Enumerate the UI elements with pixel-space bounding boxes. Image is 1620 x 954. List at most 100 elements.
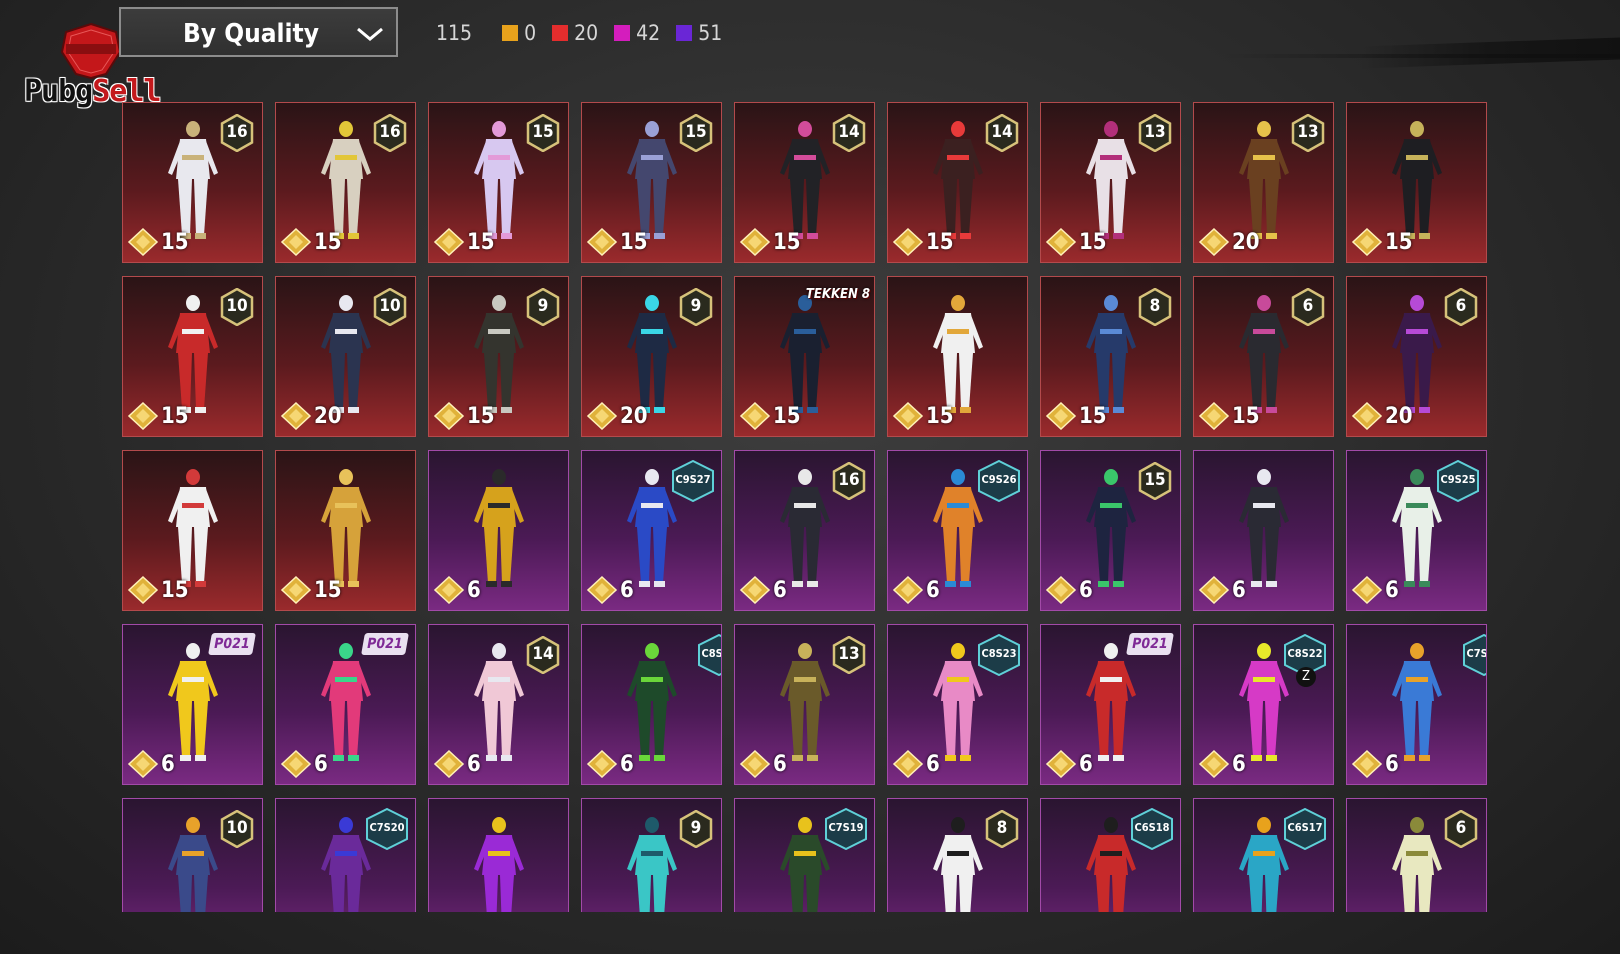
outfit-card[interactable]: 15	[275, 450, 416, 611]
outfit-card[interactable]: 13 15	[1040, 102, 1181, 263]
outfit-card[interactable]: P021 6	[122, 624, 263, 785]
level-badge-text: 10	[379, 296, 401, 316]
level-badge-text: 16	[226, 122, 248, 142]
total-count: 115	[436, 21, 473, 45]
points-diamond-icon	[281, 576, 311, 604]
pink-count-value: 42	[636, 21, 661, 45]
price-tag: 15	[1046, 227, 1107, 257]
red-swatch	[552, 25, 569, 41]
outfit-card[interactable]: 8 15	[1040, 276, 1181, 437]
points-diamond-icon	[1352, 402, 1382, 430]
outfit-card[interactable]: C8S22 Z 6	[1193, 624, 1334, 785]
outfit-card[interactable]: 9 20	[581, 276, 722, 437]
outfit-card[interactable]: C7S20	[275, 798, 416, 912]
outfit-figure-icon	[474, 817, 524, 912]
points-diamond-icon	[1352, 228, 1382, 256]
level-badge: 6	[1444, 288, 1478, 326]
wordmark-pubg: Pubg	[24, 74, 93, 109]
outfit-card[interactable]: 15 15	[581, 102, 722, 263]
outfit-card[interactable]: 8	[887, 798, 1028, 912]
outfit-card[interactable]: TEKKEN 8 15	[734, 276, 875, 437]
season-badge-text: C6S18	[1134, 821, 1170, 834]
points-diamond-icon	[893, 750, 923, 778]
purple-count: 51	[676, 21, 722, 45]
outfit-card[interactable]: C9S25 6	[1346, 450, 1487, 611]
price-value: 6	[161, 751, 175, 777]
outfit-card[interactable]: 15	[122, 450, 263, 611]
season-badge-text: C8S23	[981, 647, 1017, 660]
pink-swatch	[614, 25, 631, 41]
season-badge: C9S27	[671, 460, 715, 502]
level-badge: 8	[985, 810, 1019, 848]
outfit-card[interactable]: 10 15	[122, 276, 263, 437]
outfit-card[interactable]: 14 15	[887, 102, 1028, 263]
outfit-card[interactable]: P021 6	[1040, 624, 1181, 785]
price-value: 6	[1079, 577, 1093, 603]
outfit-card[interactable]: 15 6	[1040, 450, 1181, 611]
outfit-card[interactable]: 13 20	[1193, 102, 1334, 263]
outfit-card[interactable]: C8S23 6	[887, 624, 1028, 785]
season-badge: C6S17	[1283, 808, 1327, 850]
season-badge-text: C9S26	[981, 473, 1017, 486]
outfit-card[interactable]: 6 20	[1346, 276, 1487, 437]
points-diamond-icon	[1199, 750, 1229, 778]
outfit-card[interactable]: 13 6	[734, 624, 875, 785]
price-tag: 15	[893, 227, 954, 257]
sort-dropdown[interactable]: By Quality	[119, 7, 398, 57]
outfit-card[interactable]: 14 15	[734, 102, 875, 263]
price-tag: 6	[434, 575, 481, 605]
outfit-card[interactable]: 16 15	[122, 102, 263, 263]
level-badge-text: 14	[532, 644, 554, 664]
outfit-card[interactable]: 10	[122, 798, 263, 912]
outfit-card[interactable]: 9	[581, 798, 722, 912]
season-badge: C8S23	[977, 634, 1021, 676]
season-badge-text: C8S22	[1287, 647, 1323, 660]
outfit-card[interactable]: C6S17	[1193, 798, 1334, 912]
outfit-card[interactable]: 16 15	[275, 102, 416, 263]
price-value: 6	[1079, 751, 1093, 777]
outfit-card[interactable]	[428, 798, 569, 912]
outfit-card[interactable]: C7S21 6	[1346, 624, 1487, 785]
price-value: 15	[620, 229, 648, 255]
extra-tag-badge: Z	[1296, 667, 1316, 687]
outfit-card[interactable]: 6 15	[1193, 276, 1334, 437]
gold-swatch	[502, 25, 519, 41]
outfit-card[interactable]: 14 6	[428, 624, 569, 785]
price-value: 6	[1385, 577, 1399, 603]
outfit-card[interactable]: 16 6	[734, 450, 875, 611]
price-tag: 15	[1352, 227, 1413, 257]
price-value: 6	[314, 751, 328, 777]
price-value: 6	[1385, 751, 1399, 777]
points-diamond-icon	[281, 228, 311, 256]
points-diamond-icon	[1046, 576, 1076, 604]
level-badge: 6	[1291, 288, 1325, 326]
outfit-card[interactable]: C8S24 6	[581, 624, 722, 785]
price-tag: 6	[281, 749, 328, 779]
points-diamond-icon	[740, 750, 770, 778]
outfit-card[interactable]: C9S26 6	[887, 450, 1028, 611]
level-badge-text: 10	[226, 296, 248, 316]
level-badge: 8	[1138, 288, 1172, 326]
outfit-card[interactable]: 15	[1346, 102, 1487, 263]
outfit-card[interactable]: 6	[1193, 450, 1334, 611]
pass-badge: P021	[361, 633, 409, 655]
outfit-card[interactable]: 15 15	[428, 102, 569, 263]
outfit-card[interactable]: C9S27 6	[581, 450, 722, 611]
season-badge-text: C9S27	[675, 473, 711, 486]
season-badge-text: C7S21	[1466, 647, 1486, 660]
outfit-card[interactable]: C7S19	[734, 798, 875, 912]
price-value: 15	[773, 229, 801, 255]
outfit-card[interactable]: P021 6	[275, 624, 416, 785]
outfit-card[interactable]: 6	[428, 450, 569, 611]
outfit-card[interactable]: 10 20	[275, 276, 416, 437]
outfit-card[interactable]: 9 15	[428, 276, 569, 437]
points-diamond-icon	[1199, 228, 1229, 256]
outfit-card[interactable]: 6	[1346, 798, 1487, 912]
price-value: 6	[467, 751, 481, 777]
outfit-card[interactable]: 15	[887, 276, 1028, 437]
points-diamond-icon	[1046, 402, 1076, 430]
price-tag: 15	[740, 227, 801, 257]
outfit-card[interactable]: C6S18	[1040, 798, 1181, 912]
price-value: 15	[926, 229, 954, 255]
price-tag: 6	[893, 575, 940, 605]
